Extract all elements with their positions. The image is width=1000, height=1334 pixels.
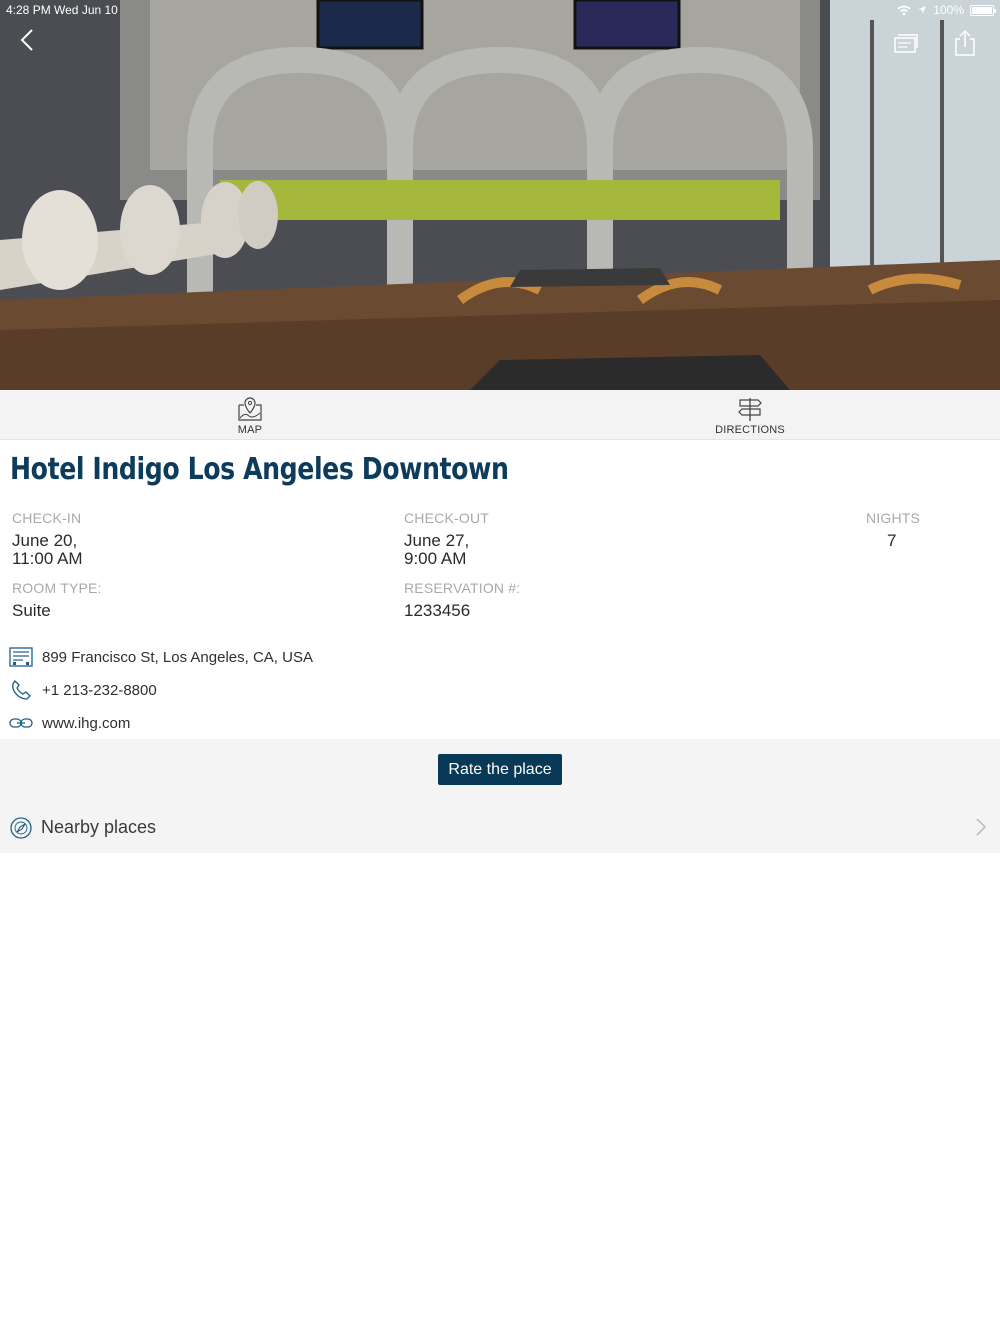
nights-value: 7 [887, 531, 897, 550]
directions-label: DIRECTIONS [715, 424, 785, 436]
address-text: 899 Francisco St, Los Angeles, CA, USA [42, 648, 313, 666]
map-label: MAP [237, 424, 263, 436]
wifi-icon [897, 5, 911, 15]
signpost-icon [738, 398, 762, 421]
ticket-icon [894, 34, 918, 53]
hotel-name: Hotel Indigo Los Angeles Downtown [10, 452, 509, 487]
chevron-right-icon [976, 818, 986, 836]
room-type-value: Suite [12, 601, 51, 620]
check-out-date: June 27, [404, 531, 470, 550]
map-button[interactable]: MAP [190, 394, 310, 438]
location-arrow-icon [918, 6, 927, 14]
battery-percent: 100% [933, 3, 964, 17]
nights-label: NIGHTS [866, 510, 921, 526]
check-in-time: 11:00 AM [12, 549, 83, 568]
address-icon [8, 646, 34, 668]
website-row[interactable]: www.ihg.com [8, 710, 130, 736]
chevron-left-icon [20, 29, 33, 51]
check-in-label: CHECK-IN [12, 510, 82, 526]
room-type-label: ROOM TYPE: [12, 580, 102, 596]
back-button[interactable] [14, 26, 44, 56]
phone-text: +1 213-232-8800 [42, 681, 157, 699]
hero-photo: 4:28 PM Wed Jun 10 100% [0, 0, 1000, 390]
check-out-time: 9:00 AM [404, 549, 467, 568]
phone-row[interactable]: +1 213-232-8800 [8, 677, 157, 703]
address-row[interactable]: 899 Francisco St, Los Angeles, CA, USA [8, 644, 313, 670]
status-bar: 4:28 PM Wed Jun 10 100% [0, 0, 1000, 20]
status-right: 100% [897, 0, 996, 20]
status-time: 4:28 PM Wed Jun 10 [6, 3, 118, 17]
nearby-places-row[interactable]: Nearby places [0, 808, 1000, 848]
check-in-date: June 20, [12, 531, 78, 550]
nearby-places-label: Nearby places [41, 817, 157, 837]
map-pin-icon [238, 397, 262, 421]
share-button[interactable] [951, 28, 979, 56]
share-icon [955, 29, 975, 56]
boarding-pass-button[interactable] [892, 30, 920, 58]
phone-icon [8, 679, 34, 701]
reservation-label: RESERVATION #: [404, 580, 521, 596]
link-icon [8, 712, 34, 734]
action-bar: MAP DIRECTIONS [0, 390, 1000, 440]
check-out-label: CHECK-OUT [404, 510, 490, 526]
restaurant-illustration [0, 0, 1000, 390]
reservation-value: 1233456 [404, 601, 471, 620]
website-text: www.ihg.com [42, 714, 131, 732]
directions-button[interactable]: DIRECTIONS [690, 394, 810, 438]
battery-icon [970, 4, 996, 16]
rate-place-button[interactable]: Rate the place [438, 754, 562, 785]
compass-icon [10, 817, 32, 839]
